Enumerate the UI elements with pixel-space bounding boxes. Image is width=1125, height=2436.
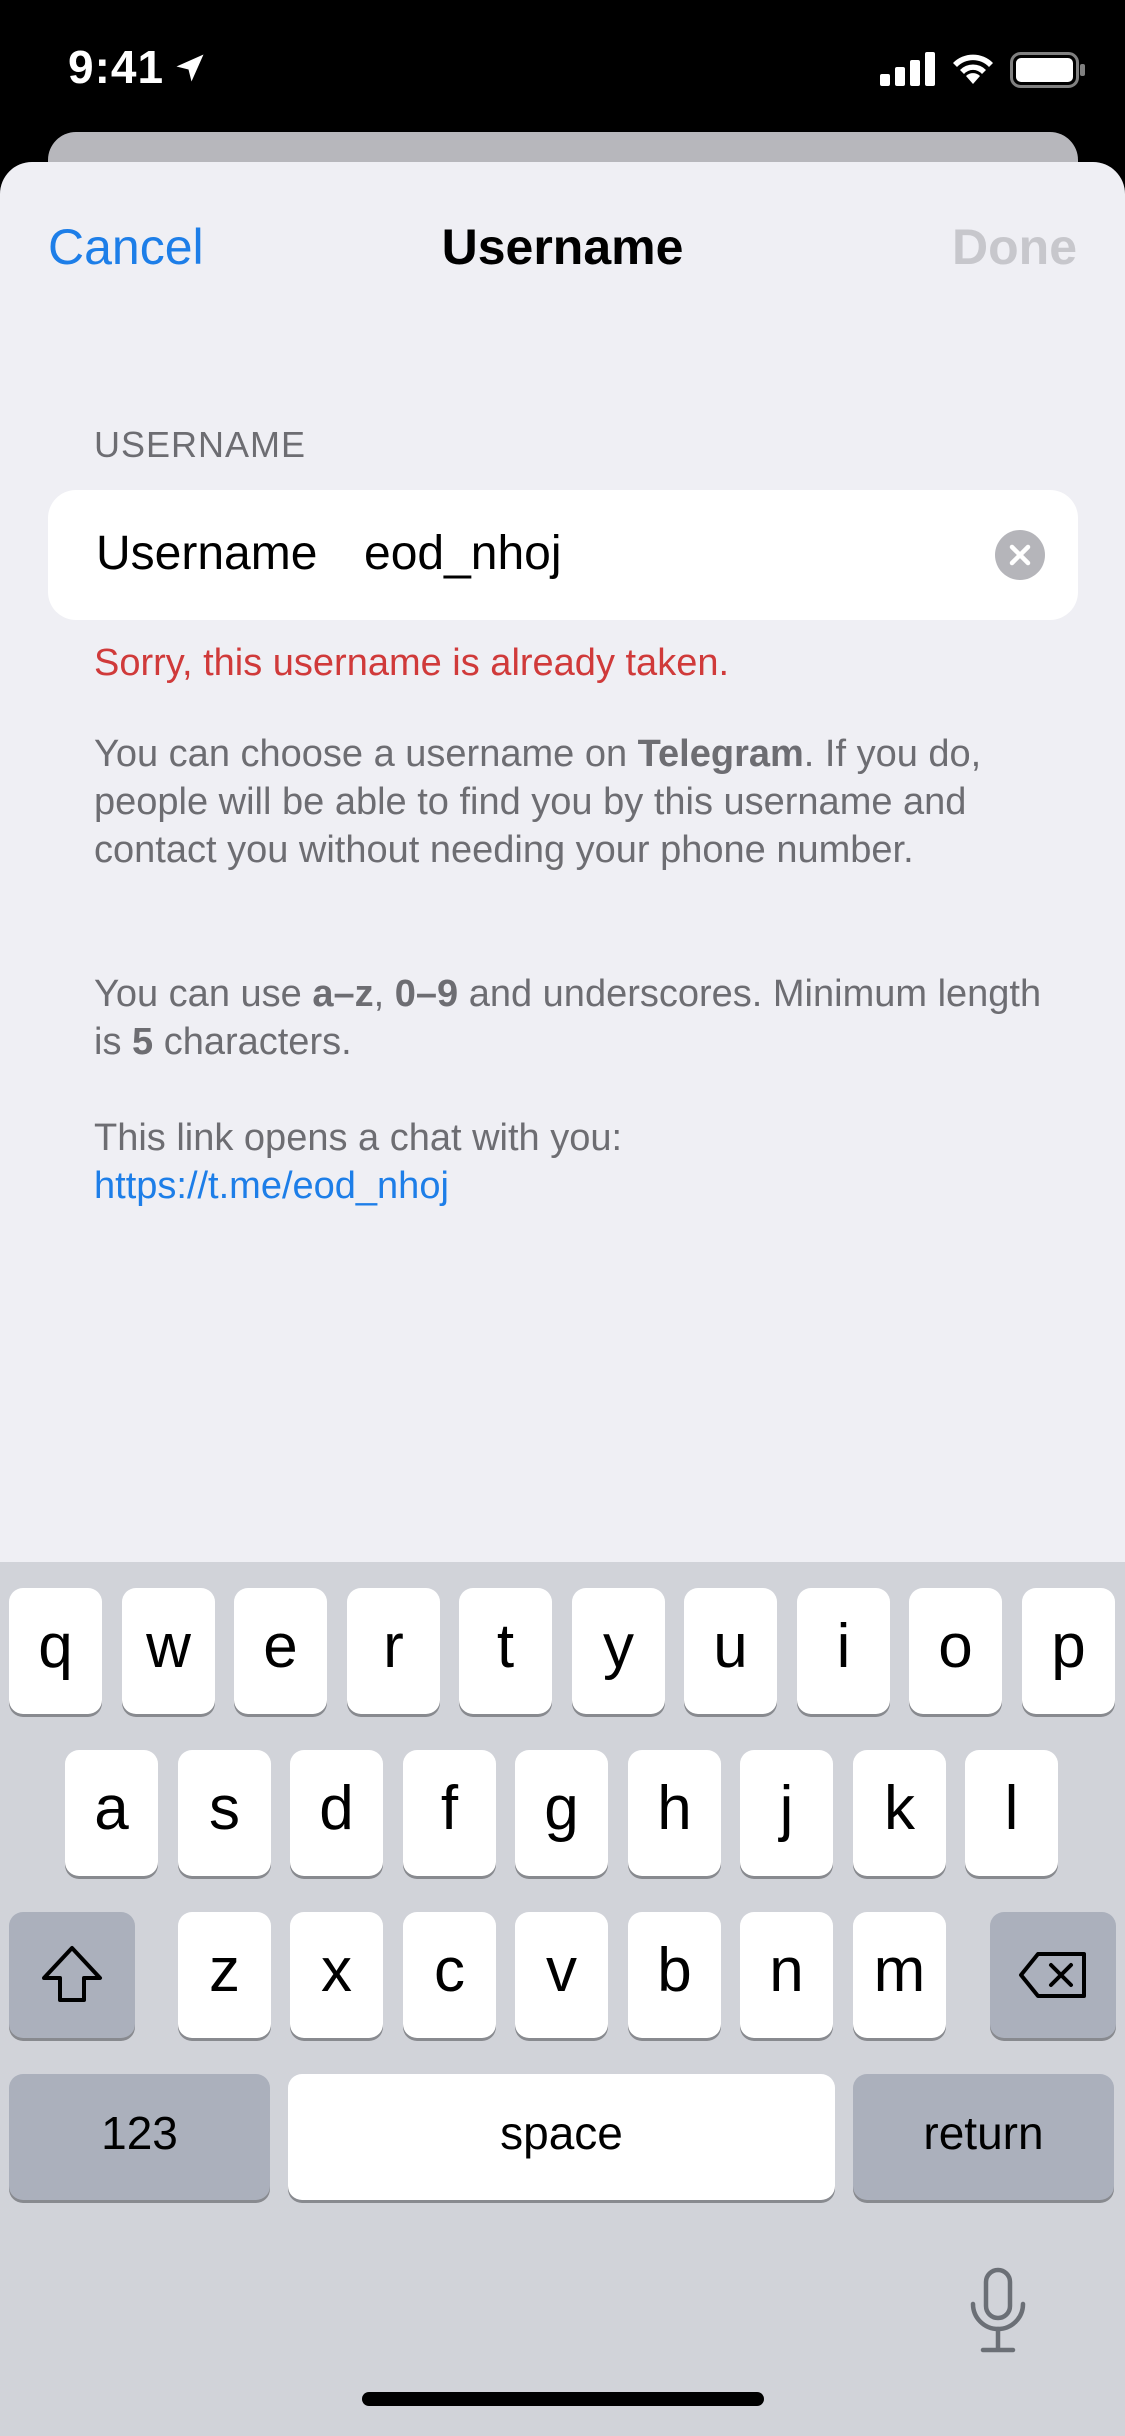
info-bold-text: a–z — [312, 973, 374, 1015]
clear-icon[interactable] — [995, 530, 1045, 580]
done-button[interactable]: Done — [952, 218, 1077, 276]
key-t[interactable]: t — [459, 1588, 552, 1714]
info-bold-text: 5 — [132, 1021, 154, 1063]
key-z[interactable]: z — [178, 1912, 271, 2038]
key-w[interactable]: w — [122, 1588, 215, 1714]
info-paragraph-description: You can choose a username on Telegram. I… — [94, 730, 1054, 874]
info-text: This link opens a chat with you: — [94, 1117, 623, 1159]
cellular-signal-icon — [880, 52, 935, 86]
keyboard: q w e r t y u i o p a s d f g h j k l z … — [0, 1562, 1125, 2436]
info-text: You can choose a username on — [94, 733, 638, 775]
info-paragraph-rules: You can use a–z, 0–9 and underscores. Mi… — [94, 970, 1054, 1066]
key-v[interactable]: v — [515, 1912, 608, 2038]
status-bar: 9:41 — [0, 0, 1125, 130]
key-n[interactable]: n — [740, 1912, 833, 2038]
key-b[interactable]: b — [628, 1912, 721, 2038]
status-time: 9:41 — [68, 41, 165, 93]
key-l[interactable]: l — [965, 1750, 1058, 1876]
key-a[interactable]: a — [65, 1750, 158, 1876]
username-field-label: Username — [96, 527, 318, 580]
key-i[interactable]: i — [797, 1588, 890, 1714]
key-m[interactable]: m — [853, 1912, 946, 2038]
info-text: You can use — [94, 973, 313, 1015]
location-arrow-icon — [176, 54, 204, 82]
key-j[interactable]: j — [740, 1750, 833, 1876]
info-text: characters. — [153, 1021, 352, 1063]
key-d[interactable]: d — [290, 1750, 383, 1876]
key-u[interactable]: u — [684, 1588, 777, 1714]
key-h[interactable]: h — [628, 1750, 721, 1876]
error-message: Sorry, this username is already taken. — [94, 642, 730, 684]
key-k[interactable]: k — [853, 1750, 946, 1876]
backspace-icon — [1019, 1952, 1086, 1998]
profile-link[interactable]: https://t.me/eod_nhoj — [94, 1162, 1054, 1210]
key-c[interactable]: c — [403, 1912, 496, 2038]
key-e[interactable]: e — [234, 1588, 327, 1714]
key-q[interactable]: q — [9, 1588, 102, 1714]
info-bold-text: 0–9 — [394, 973, 459, 1015]
info-text: , — [373, 973, 395, 1015]
microphone-icon[interactable] — [963, 2266, 1033, 2356]
key-y[interactable]: y — [572, 1588, 665, 1714]
return-key[interactable]: return — [853, 2074, 1114, 2200]
shift-key[interactable] — [9, 1912, 135, 2038]
username-field[interactable]: Username — [48, 490, 1078, 620]
username-input[interactable] — [364, 526, 964, 581]
wifi-icon — [953, 54, 993, 84]
delete-key[interactable] — [990, 1912, 1116, 2038]
battery-icon — [1010, 52, 1085, 88]
info-bold-text: Telegram — [637, 733, 804, 775]
key-s[interactable]: s — [178, 1750, 271, 1876]
numbers-key[interactable]: 123 — [9, 2074, 270, 2200]
key-r[interactable]: r — [347, 1588, 440, 1714]
section-header: USERNAME — [94, 424, 307, 465]
space-key[interactable]: space — [288, 2074, 835, 2200]
key-o[interactable]: o — [909, 1588, 1002, 1714]
key-f[interactable]: f — [403, 1750, 496, 1876]
home-indicator[interactable] — [362, 2392, 764, 2406]
shift-icon — [42, 1946, 102, 2002]
key-g[interactable]: g — [515, 1750, 608, 1876]
key-p[interactable]: p — [1022, 1588, 1115, 1714]
key-x[interactable]: x — [290, 1912, 383, 2038]
info-paragraph-link: This link opens a chat with you: https:/… — [94, 1114, 1054, 1210]
